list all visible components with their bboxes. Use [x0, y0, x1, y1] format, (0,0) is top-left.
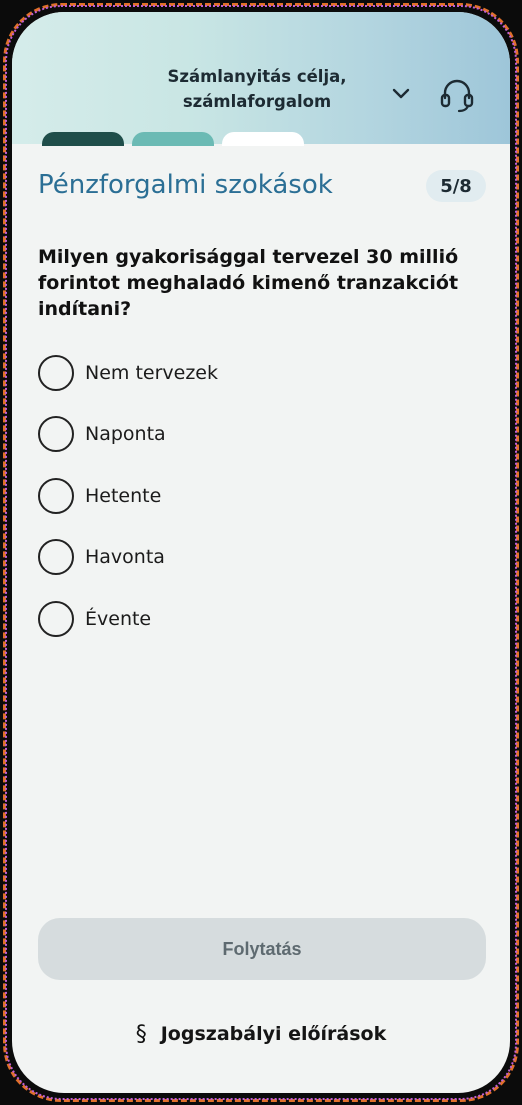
radio-button[interactable] [38, 477, 74, 514]
app-screen: Számlanyitás célja, számlaforgalom Pénzf… [12, 12, 510, 1093]
option-naponta[interactable]: Naponta [38, 404, 478, 466]
options-list: Nem tervezek Naponta Hetente Havonta Éve… [38, 342, 478, 650]
legal-link[interactable]: § Jogszabályi előírások [12, 1018, 510, 1050]
legal-link-label: Jogszabályi előírások [160, 1023, 387, 1045]
step-badge: 5/8 [426, 170, 486, 202]
progress-segment-current [132, 132, 214, 146]
option-label: Naponta [85, 423, 166, 446]
option-nem-tervezek[interactable]: Nem tervezek [38, 342, 478, 404]
radio-button[interactable] [38, 539, 74, 576]
continue-button[interactable]: Folytatás [38, 918, 486, 980]
radio-button[interactable] [38, 600, 74, 637]
section-sign-icon: § [135, 1021, 147, 1047]
header: Számlanyitás célja, számlaforgalom [12, 12, 510, 146]
option-label: Hetente [85, 484, 162, 507]
chevron-down-icon[interactable] [390, 82, 412, 104]
option-havonta[interactable]: Havonta [38, 527, 478, 589]
header-title-line1: Számlanyitás célja, [167, 67, 347, 86]
header-title-line2: számlaforgalom [182, 92, 332, 111]
option-label: Nem tervezek [85, 361, 218, 384]
radio-button[interactable] [38, 354, 74, 391]
question-text: Milyen gyakorisággal tervezel 30 millió … [38, 246, 459, 320]
progress-segment-completed [42, 132, 124, 146]
section-title: Pénzforgalmi szokások [38, 170, 333, 200]
option-label: Évente [85, 607, 152, 630]
progress-segment-upcoming [222, 132, 304, 146]
radio-button[interactable] [38, 416, 74, 453]
header-title[interactable]: Számlanyitás célja, számlaforgalom [112, 64, 402, 114]
headset-icon[interactable] [438, 76, 476, 114]
option-evente[interactable]: Évente [38, 588, 478, 650]
option-label: Havonta [85, 546, 165, 569]
option-hetente[interactable]: Hetente [38, 465, 478, 527]
